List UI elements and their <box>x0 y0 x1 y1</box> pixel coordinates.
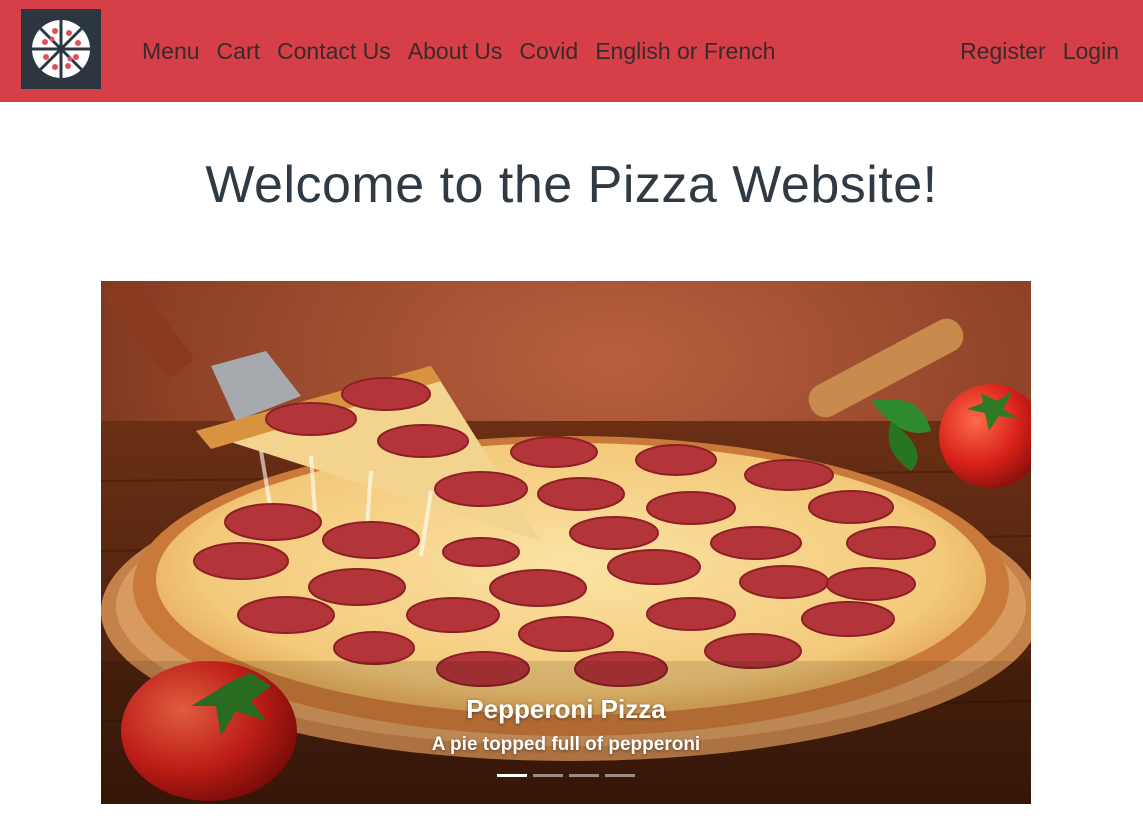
carousel-indicator-3[interactable] <box>569 774 599 777</box>
slide-caption-text: A pie topped full of pepperoni <box>431 734 701 755</box>
login-link[interactable]: Login <box>1063 36 1119 66</box>
nav-about-us-link[interactable]: About Us <box>408 36 503 66</box>
nav-cart-link[interactable]: Cart <box>217 36 260 66</box>
carousel-indicator-4[interactable] <box>605 774 635 777</box>
slide-caption-title: Pepperoni Pizza <box>466 694 666 724</box>
nav-links: Menu Cart Contact Us About Us Covid Engl… <box>142 36 792 66</box>
carousel-indicators <box>497 774 641 777</box>
navbar: Menu Cart Contact Us About Us Covid Engl… <box>0 0 1143 102</box>
nav-menu-link[interactable]: Menu <box>142 36 200 66</box>
register-link[interactable]: Register <box>960 36 1046 66</box>
pizza-carousel[interactable]: Pepperoni Pizza A pie topped full of pep… <box>101 281 1031 804</box>
nav-covid-link[interactable]: Covid <box>519 36 578 66</box>
nav-contact-us-link[interactable]: Contact Us <box>277 36 391 66</box>
nav-language-link[interactable]: English or French <box>595 36 775 66</box>
page-title: Welcome to the Pizza Website! <box>205 156 938 214</box>
carousel-indicator-1[interactable] <box>497 774 527 777</box>
auth-links: Register Login <box>960 36 1119 66</box>
carousel-indicator-2[interactable] <box>533 774 563 777</box>
pizza-logo-icon[interactable] <box>21 9 101 89</box>
